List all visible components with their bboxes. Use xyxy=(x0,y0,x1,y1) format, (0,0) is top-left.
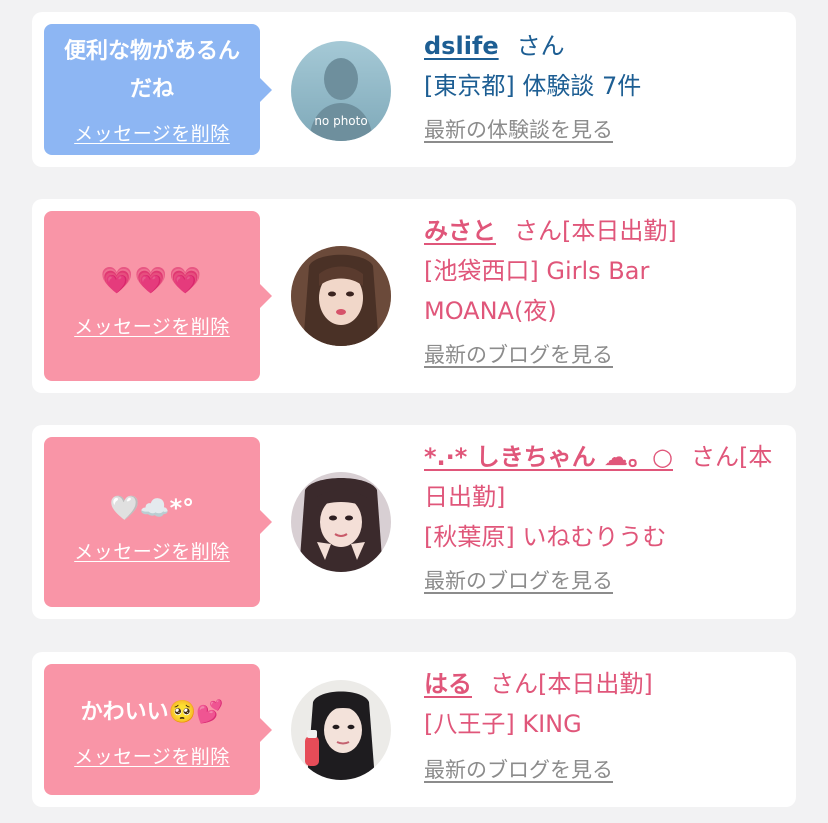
user-name-link[interactable]: はる xyxy=(424,670,472,698)
user-detail: [秋葉原] いねむりうむ xyxy=(424,523,667,551)
name-suffix: さん xyxy=(516,32,565,60)
latest-blog-link[interactable]: 最新のブログを見る xyxy=(424,339,613,369)
avatar[interactable] xyxy=(291,246,391,346)
message-card: 💗💗💗 メッセージを削除 みさと さん[本日出勤] [池袋西口] Girls Ba… xyxy=(32,199,796,393)
name-line: みさと さん[本日出勤] xyxy=(424,211,786,251)
user-name-link[interactable]: dslife xyxy=(424,32,499,60)
user-photo-icon xyxy=(291,246,391,346)
user-detail: MOANA(夜) xyxy=(424,297,557,325)
user-photo-icon xyxy=(291,472,391,572)
message-text: 🤍☁️*° xyxy=(109,493,195,522)
message-text: 便利な物があるんだね xyxy=(63,39,240,102)
message-bubble: 🤍☁️*° メッセージを削除 xyxy=(44,437,272,607)
message-card: かわいい🥺💕 メッセージを削除 はる さん[本日出勤] [八王子] KING 最新… xyxy=(32,652,796,807)
message-text: 💗💗💗 xyxy=(100,265,204,296)
delete-message-link[interactable]: メッセージを削除 xyxy=(74,119,230,146)
name-line: dslife さん xyxy=(424,26,786,66)
latest-blog-link[interactable]: 最新のブログを見る xyxy=(424,565,613,595)
svg-text:no photo: no photo xyxy=(314,114,367,128)
user-info: dslife さん [東京都] 体験談 7件 最新の体験談を見る xyxy=(424,26,786,144)
avatar[interactable] xyxy=(291,680,391,780)
delete-message-link[interactable]: メッセージを削除 xyxy=(74,537,230,564)
user-info: *.·* しきちゃん ☁︎。○ さん[本 日出勤] [秋葉原] いねむりうむ 最新… xyxy=(424,437,786,595)
latest-review-link[interactable]: 最新の体験談を見る xyxy=(424,114,613,144)
user-detail: [八王子] KING xyxy=(424,710,582,738)
delete-message-link[interactable]: メッセージを削除 xyxy=(74,312,230,339)
user-photo-icon xyxy=(291,680,391,780)
name-line: はる さん[本日出勤] xyxy=(424,664,786,704)
message-bubble: 便利な物があるんだね メッセージを削除 xyxy=(44,24,272,155)
user-name-link[interactable]: *.·* しきちゃん ☁︎。○ xyxy=(424,443,673,471)
user-name-link[interactable]: みさと xyxy=(424,217,496,245)
user-detail: [池袋西口] Girls Bar xyxy=(424,257,650,285)
avatar[interactable] xyxy=(291,472,391,572)
message-card: 便利な物があるんだね メッセージを削除 no photo dslife さん [東… xyxy=(32,12,796,167)
user-info: みさと さん[本日出勤] [池袋西口] Girls Bar MOANA(夜) 最新… xyxy=(424,211,786,369)
latest-blog-link[interactable]: 最新のブログを見る xyxy=(424,754,613,784)
name-suffix: さん[本 xyxy=(691,443,773,471)
message-bubble: かわいい🥺💕 メッセージを削除 xyxy=(44,664,272,795)
name-suffix: さん[本日出勤] xyxy=(514,217,677,245)
user-detail: [東京都] 体験談 7件 xyxy=(424,72,642,100)
name-suffix-wrap: 日出勤] xyxy=(424,483,506,511)
delete-message-link[interactable]: メッセージを削除 xyxy=(74,742,230,769)
name-line: *.·* しきちゃん ☁︎。○ さん[本 xyxy=(424,437,786,477)
no-photo-avatar-icon: no photo xyxy=(291,41,391,141)
message-bubble: 💗💗💗 メッセージを削除 xyxy=(44,211,272,381)
user-info: はる さん[本日出勤] [八王子] KING 最新のブログを見る xyxy=(424,664,786,784)
message-text: かわいい🥺💕 xyxy=(80,700,224,725)
message-card: 🤍☁️*° メッセージを削除 *.·* しきちゃん ☁︎。○ さん[本 日出勤] … xyxy=(32,425,796,619)
name-suffix: さん[本日出勤] xyxy=(490,670,653,698)
avatar[interactable]: no photo xyxy=(291,41,391,141)
